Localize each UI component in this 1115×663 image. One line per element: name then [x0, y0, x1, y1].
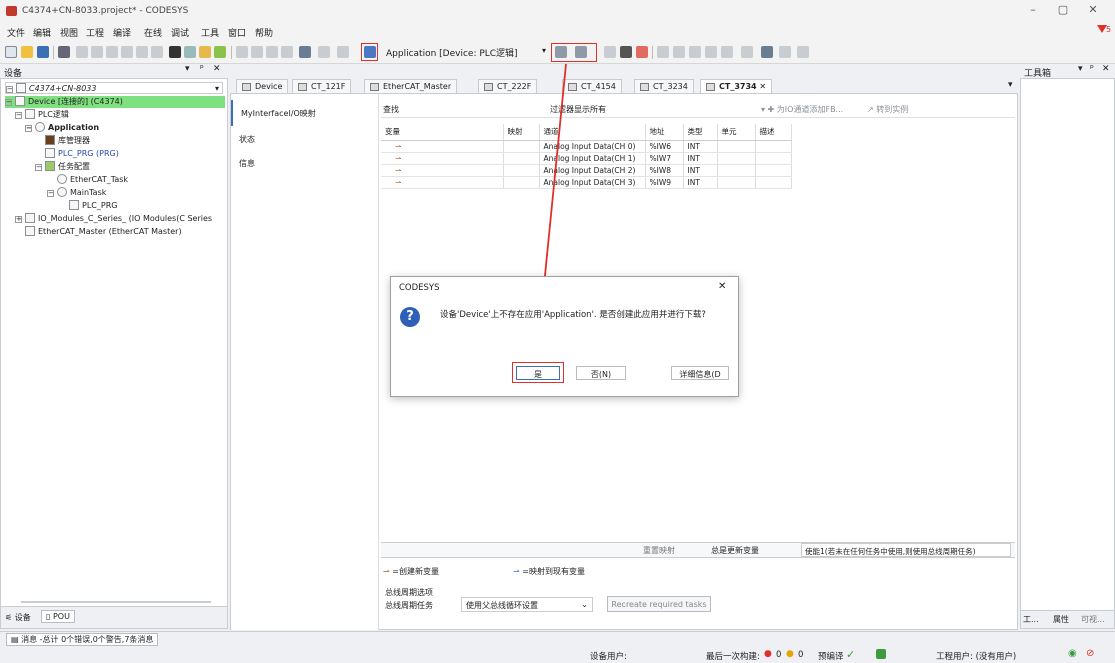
- confirmation-dialog: CODESYS ✕ ? 设备'Device'上不存在应用'Application…: [390, 276, 739, 397]
- no-button[interactable]: 否(N): [576, 366, 626, 380]
- dialog-close-button[interactable]: ✕: [718, 281, 726, 292]
- dialog-title: CODESYS: [399, 283, 440, 293]
- yes-button[interactable]: 是: [516, 366, 560, 380]
- details-button[interactable]: 详细信息(D: [671, 366, 729, 380]
- dialog-message: 设备'Device'上不存在应用'Application'. 是否创建此应用并进…: [440, 310, 706, 320]
- question-icon: ?: [400, 307, 420, 327]
